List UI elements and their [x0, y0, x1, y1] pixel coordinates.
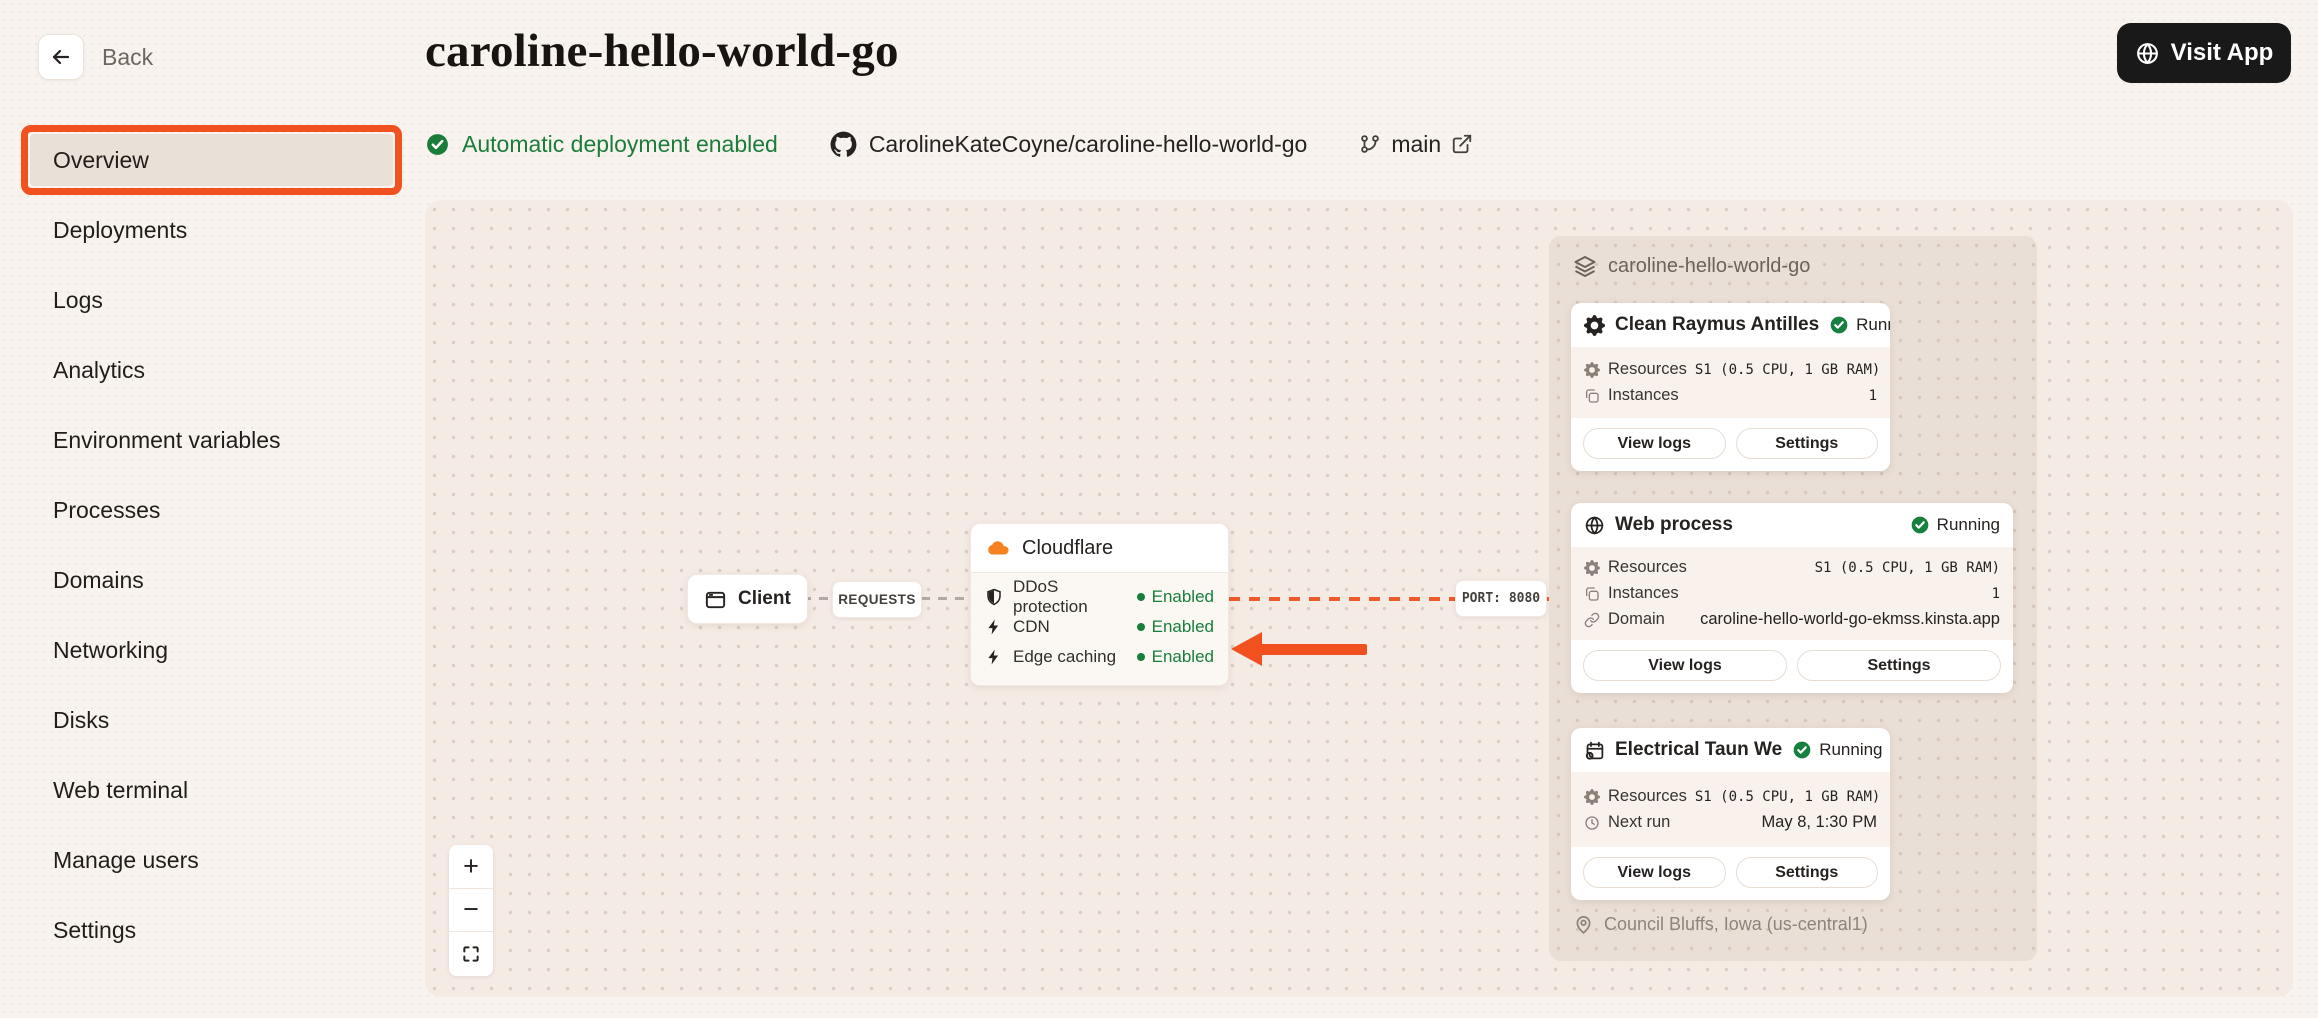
- resource-row: Resources S1 (0.5 CPU, 1 GB RAM): [1584, 360, 1877, 379]
- branch-link[interactable]: main: [1359, 131, 1473, 158]
- back-button[interactable]: [38, 34, 84, 80]
- running-badge: Running: [1910, 515, 2000, 535]
- arrow-left-icon: [49, 45, 73, 69]
- feature-status: Enabled: [1152, 647, 1214, 667]
- process-title: Clean Raymus Antilles: [1615, 314, 1819, 336]
- view-logs-button[interactable]: View logs: [1583, 857, 1726, 888]
- sidebar-item-processes[interactable]: Processes: [0, 475, 402, 545]
- sidebar-nav: Overview Deployments Logs Analytics Envi…: [0, 125, 402, 965]
- globe-icon: [1584, 515, 1605, 536]
- fit-view-button[interactable]: [449, 932, 493, 976]
- resource-row: Resources S1 (0.5 CPU, 1 GB RAM): [1584, 558, 2000, 577]
- process-card-clean-raymus-antilles: Clean Raymus Antilles Running Resources …: [1571, 303, 1890, 471]
- sidebar-item-disks[interactable]: Disks: [0, 685, 402, 755]
- status-dot: [1137, 653, 1145, 661]
- settings-button[interactable]: Settings: [1797, 650, 2001, 681]
- github-icon: [830, 131, 857, 158]
- running-badge: Running: [1829, 315, 1890, 335]
- repository-link[interactable]: CarolineKateCoyne/caroline-hello-world-g…: [830, 131, 1308, 158]
- status-dot: [1137, 623, 1145, 631]
- client-label: Client: [738, 588, 791, 610]
- calendar-clock-icon: [1584, 740, 1605, 761]
- copies-icon: [1584, 586, 1600, 602]
- location-label: Council Bluffs, Iowa (us-central1): [1604, 914, 1868, 935]
- sidebar-item-overview[interactable]: Overview: [0, 125, 402, 195]
- branch-label: main: [1391, 131, 1441, 158]
- process-title: Electrical Taun We: [1615, 739, 1782, 761]
- copies-icon: [1584, 388, 1600, 404]
- layers-icon: [1573, 254, 1597, 278]
- visit-app-label: Visit App: [2171, 39, 2274, 67]
- cloudflare-card: Cloudflare DDoS protection Enabled CDN E…: [970, 523, 1229, 686]
- process-card-electrical-taun-we: Electrical Taun We Running Resources S1 …: [1571, 728, 1890, 900]
- sidebar-item-manage-users[interactable]: Manage users: [0, 825, 402, 895]
- process-title: Web process: [1615, 514, 1900, 536]
- gear-icon: [1584, 315, 1605, 336]
- canvas-zoom-controls: + −: [449, 845, 493, 976]
- visit-app-button[interactable]: Visit App: [2117, 23, 2291, 83]
- zoom-out-button[interactable]: −: [449, 889, 493, 933]
- cloudflare-feature-row: Edge caching Enabled: [985, 642, 1214, 672]
- settings-button[interactable]: Settings: [1736, 428, 1879, 459]
- sidebar-item-domains[interactable]: Domains: [0, 545, 402, 615]
- globe-icon: [2135, 41, 2160, 66]
- sidebar-item-analytics[interactable]: Analytics: [0, 335, 402, 405]
- clock-icon: [1584, 815, 1600, 831]
- sidebar-item-settings[interactable]: Settings: [0, 895, 402, 965]
- resource-row: Resources S1 (0.5 CPU, 1 GB RAM): [1584, 787, 1877, 806]
- gear-small-icon: [1584, 789, 1600, 805]
- next-run-row: Next run May 8, 1:30 PM: [1584, 813, 1877, 832]
- cloudflare-feature-row: DDoS protection Enabled: [985, 582, 1214, 612]
- location-pin-icon: [1573, 914, 1594, 935]
- gear-small-icon: [1584, 362, 1600, 378]
- auto-deploy-status: Automatic deployment enabled: [425, 131, 778, 158]
- repository-label: CarolineKateCoyne/caroline-hello-world-g…: [869, 131, 1308, 158]
- settings-button[interactable]: Settings: [1736, 857, 1879, 888]
- deployment-diagram-canvas: Client REQUESTS Cloudflare DDoS protecti…: [425, 200, 2293, 997]
- feature-status: Enabled: [1152, 587, 1214, 607]
- sidebar-item-web-terminal[interactable]: Web terminal: [0, 755, 402, 825]
- sidebar-item-logs[interactable]: Logs: [0, 265, 402, 335]
- app-panel: caroline-hello-world-go Clean Raymus Ant…: [1549, 236, 2037, 961]
- cloudflare-cloud-icon: [987, 536, 1011, 560]
- process-card-web-process: Web process Running Resources S1 (0.5 CP…: [1571, 503, 2013, 693]
- auto-deploy-label: Automatic deployment enabled: [462, 131, 778, 158]
- shield-icon: [985, 588, 1003, 606]
- bolt-icon: [985, 648, 1003, 666]
- domain-row: Domain caroline-hello-world-go-ekmss.kin…: [1584, 610, 2000, 629]
- git-branch-icon: [1359, 133, 1381, 155]
- annotation-arrow: [1231, 632, 1371, 666]
- browser-window-icon: [704, 588, 727, 611]
- datacenter-location: Council Bluffs, Iowa (us-central1): [1573, 914, 1868, 935]
- zoom-in-button[interactable]: +: [449, 845, 493, 889]
- sidebar-item-environment-variables[interactable]: Environment variables: [0, 405, 402, 475]
- page-title: caroline-hello-world-go: [425, 24, 899, 78]
- client-node: Client: [687, 574, 808, 624]
- requests-label: REQUESTS: [832, 581, 922, 618]
- bolt-icon: [985, 618, 1003, 636]
- port-label: PORT: 8080: [1455, 580, 1547, 617]
- external-link-icon[interactable]: [1451, 133, 1473, 155]
- instances-row: Instances 1: [1584, 584, 2000, 603]
- view-logs-button[interactable]: View logs: [1583, 650, 1787, 681]
- check-circle-icon: [425, 132, 450, 157]
- status-dot: [1137, 593, 1145, 601]
- view-logs-button[interactable]: View logs: [1583, 428, 1726, 459]
- sidebar-item-networking[interactable]: Networking: [0, 615, 402, 685]
- feature-status: Enabled: [1152, 617, 1214, 637]
- cloudflare-to-port-connection: [1229, 597, 1455, 601]
- sidebar-item-deployments[interactable]: Deployments: [0, 195, 402, 265]
- back-label: Back: [102, 44, 153, 71]
- link-icon: [1584, 612, 1600, 628]
- running-badge: Running: [1792, 740, 1882, 760]
- app-name-label: caroline-hello-world-go: [1608, 255, 1810, 278]
- status-bar: Automatic deployment enabled CarolineKat…: [425, 126, 1473, 162]
- app-name-row: caroline-hello-world-go: [1573, 254, 1810, 278]
- cloudflare-title: Cloudflare: [1022, 537, 1113, 560]
- instances-row: Instances 1: [1584, 386, 1877, 405]
- gear-small-icon: [1584, 560, 1600, 576]
